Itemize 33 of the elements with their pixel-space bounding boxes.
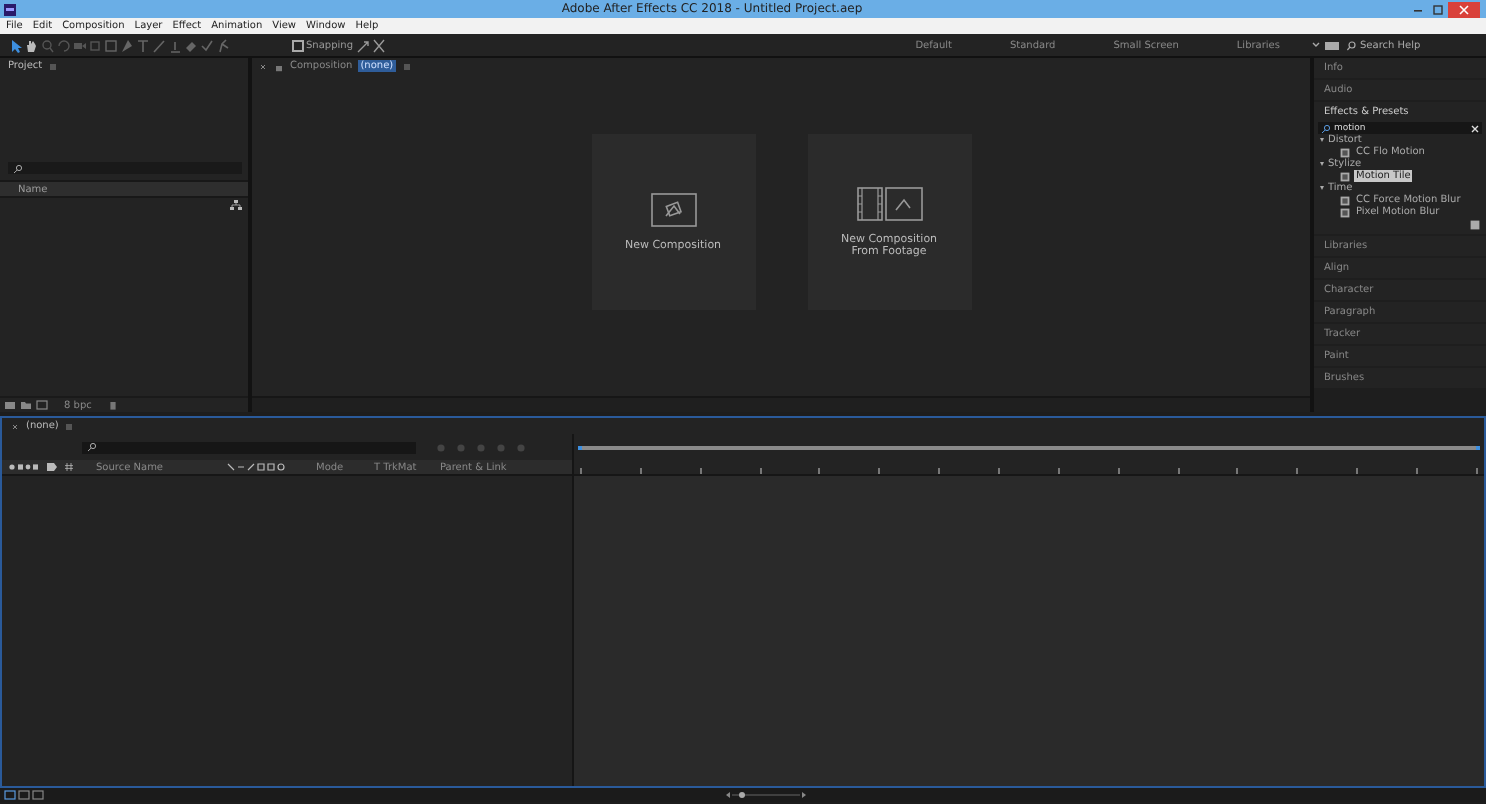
app-icon [4, 3, 16, 15]
hand-tool-icon[interactable] [24, 37, 38, 53]
rectangle-tool-icon[interactable] [104, 37, 118, 53]
search-icon [1346, 39, 1356, 51]
composition-icon[interactable] [36, 400, 48, 410]
selection-tool-icon[interactable] [8, 37, 22, 53]
pen-tool-icon[interactable] [120, 37, 134, 53]
search-icon [86, 442, 98, 452]
close-icon[interactable] [10, 421, 20, 431]
brush-tool-icon[interactable] [152, 37, 166, 53]
search-icon [1320, 123, 1332, 133]
text-tool-icon[interactable] [136, 37, 150, 53]
maximize-icon[interactable] [1428, 1, 1448, 17]
close-icon[interactable] [258, 61, 268, 71]
av-switches-icon[interactable] [8, 462, 40, 472]
film-icon [855, 185, 923, 221]
close-icon[interactable] [1448, 1, 1480, 17]
effect-icon [1340, 171, 1350, 181]
search-icon [12, 163, 24, 173]
camera-tool-icon[interactable] [72, 37, 86, 53]
label-icon[interactable] [46, 462, 58, 472]
flowchart-icon[interactable] [230, 200, 242, 210]
composition-icon [649, 191, 697, 227]
zoom-slider-icon[interactable] [726, 790, 806, 800]
hash-icon[interactable] [64, 462, 74, 472]
folder-icon[interactable] [20, 400, 32, 410]
eraser-tool-icon[interactable] [184, 37, 198, 53]
rotate-tool-icon[interactable] [56, 37, 70, 53]
effect-icon [1340, 147, 1350, 157]
clear-icon[interactable] [1470, 123, 1480, 133]
search-field[interactable] [8, 162, 242, 174]
expand-icon[interactable] [355, 37, 369, 53]
search-field[interactable] [82, 441, 416, 453]
